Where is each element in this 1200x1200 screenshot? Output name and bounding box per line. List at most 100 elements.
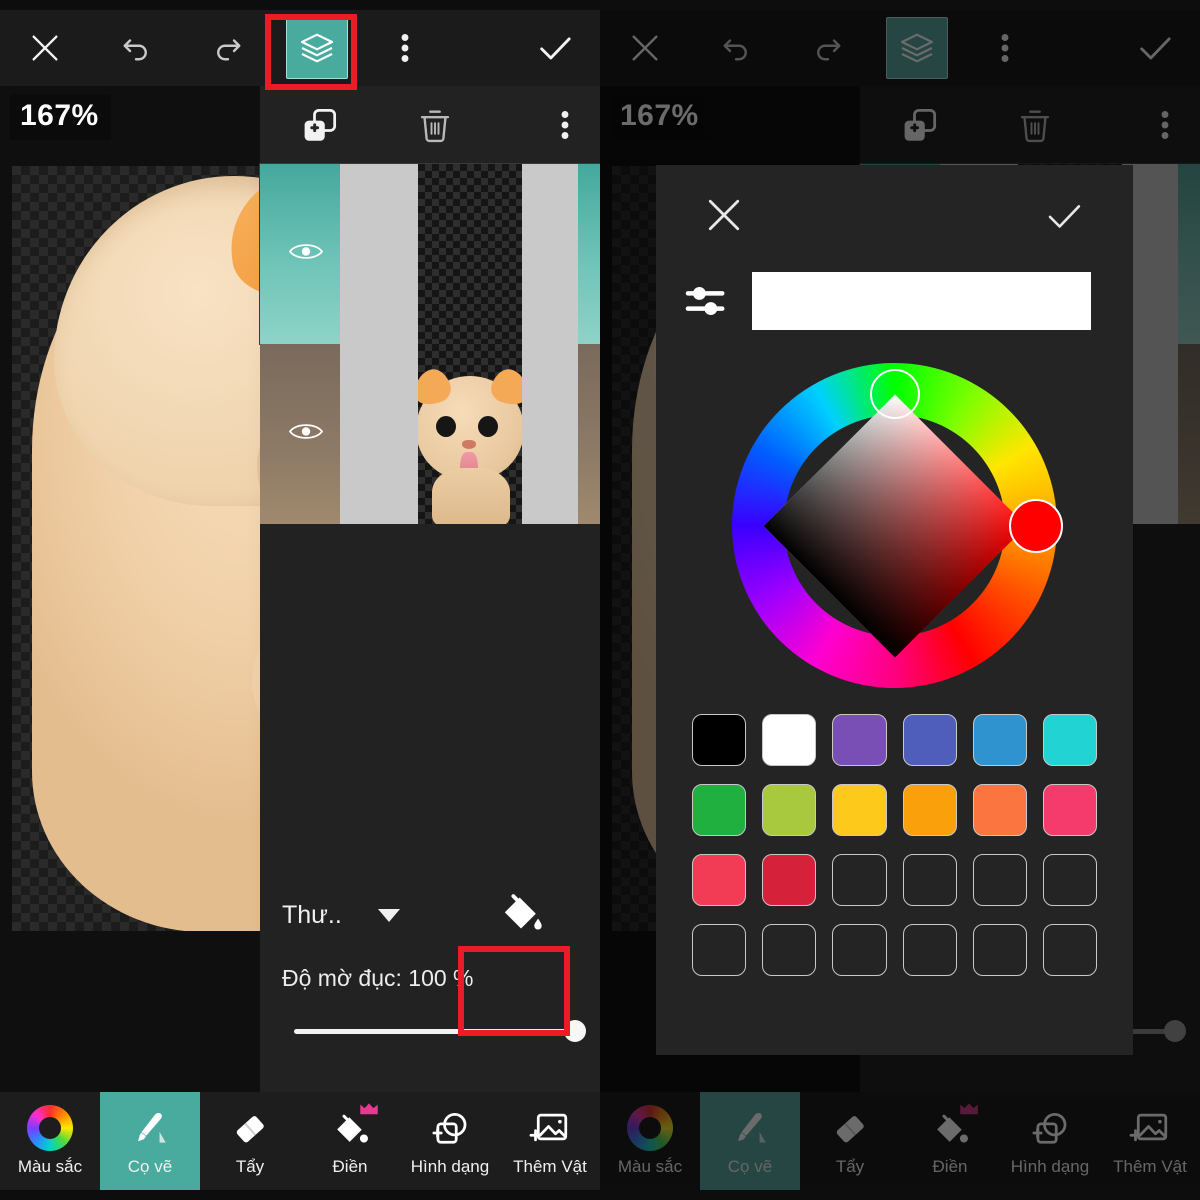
tool-add-image[interactable]: Thêm Vật bbox=[500, 1092, 600, 1190]
tool-add-image-label-right: Thêm Vật bbox=[1113, 1157, 1187, 1176]
layers-button[interactable] bbox=[274, 17, 360, 79]
tool-shape-right[interactable]: Hình dạng bbox=[1000, 1092, 1100, 1190]
layer-1-thumbnail[interactable] bbox=[418, 164, 522, 344]
tool-fill[interactable]: Điền bbox=[300, 1092, 400, 1190]
color-swatch[interactable] bbox=[692, 784, 747, 836]
layer-2-visibility-cell[interactable] bbox=[260, 344, 340, 524]
add-layer-button-right[interactable] bbox=[860, 103, 980, 147]
color-swatch-empty[interactable] bbox=[832, 924, 887, 976]
layers-button-right[interactable] bbox=[874, 17, 960, 79]
layer-2-thumbnail[interactable] bbox=[418, 344, 522, 524]
color-swatch[interactable] bbox=[1042, 714, 1097, 766]
color-swatch[interactable] bbox=[762, 854, 817, 906]
chevron-down-icon[interactable] bbox=[377, 908, 400, 922]
tool-brush-label: Cọ vẽ bbox=[127, 1157, 173, 1176]
eye-icon bbox=[288, 424, 324, 439]
opacity-slider[interactable] bbox=[294, 1020, 586, 1042]
tool-fill-right[interactable]: Điền bbox=[900, 1092, 1000, 1190]
color-swatch[interactable] bbox=[832, 784, 887, 836]
color-swatch[interactable] bbox=[902, 784, 957, 836]
layer-1-visibility-toggle[interactable] bbox=[288, 240, 324, 269]
tool-color-right[interactable]: Màu sắc bbox=[600, 1092, 700, 1190]
tool-eraser[interactable]: Tẩy bbox=[200, 1092, 300, 1190]
layer-row-2[interactable] bbox=[260, 344, 600, 524]
tool-brush[interactable]: Cọ vẽ bbox=[100, 1092, 200, 1190]
eraser-icon bbox=[236, 1116, 264, 1143]
more-options-icon bbox=[1001, 34, 1009, 62]
layer-more-icon bbox=[1161, 111, 1169, 139]
layer-more-button[interactable] bbox=[530, 107, 600, 143]
delete-layer-icon bbox=[1020, 110, 1050, 143]
tool-shape[interactable]: Hình dạng bbox=[400, 1092, 500, 1190]
layer-2-visibility-toggle[interactable] bbox=[288, 420, 324, 449]
zoom-level-label: 167% bbox=[10, 94, 111, 140]
premium-crown-icon bbox=[360, 1103, 378, 1115]
color-swatch[interactable] bbox=[972, 714, 1027, 766]
color-swatch-empty[interactable] bbox=[832, 854, 887, 906]
tool-brush-label-right: Cọ vẽ bbox=[727, 1157, 773, 1176]
color-swatch-empty[interactable] bbox=[762, 924, 817, 976]
color-swatch-empty[interactable] bbox=[902, 854, 957, 906]
layer-row-1[interactable] bbox=[259, 163, 600, 345]
confirm-button-right[interactable] bbox=[1110, 28, 1200, 68]
top-more-button[interactable] bbox=[360, 30, 450, 66]
color-swatch[interactable] bbox=[762, 714, 817, 766]
close-button-right[interactable] bbox=[600, 31, 690, 65]
tool-eraser-label-right: Tẩy bbox=[835, 1157, 865, 1176]
delete-layer-icon bbox=[420, 110, 450, 143]
tool-add-image-label: Thêm Vật bbox=[513, 1157, 587, 1176]
add-layer-icon bbox=[304, 108, 337, 141]
color-swatch-grid bbox=[656, 688, 1133, 976]
screen-left-layers: 167% Thư.. Độ mờ đục: 100 % Màu sắc Cọ v… bbox=[0, 0, 600, 1200]
delete-layer-button[interactable] bbox=[380, 104, 490, 146]
color-wheel-picker[interactable] bbox=[732, 363, 1063, 688]
opacity-slider-track bbox=[294, 1029, 584, 1034]
undo-button-right[interactable] bbox=[690, 30, 782, 66]
color-picker-close-button[interactable] bbox=[702, 193, 746, 242]
more-options-icon bbox=[401, 34, 409, 62]
hue-selector-handle[interactable] bbox=[1009, 498, 1063, 553]
layer-more-button-right[interactable] bbox=[1130, 107, 1200, 143]
color-swatch-empty[interactable] bbox=[902, 924, 957, 976]
close-icon bbox=[32, 35, 58, 61]
color-swatch[interactable] bbox=[692, 714, 747, 766]
color-swatch[interactable] bbox=[692, 854, 747, 906]
tool-add-image-right[interactable]: Thêm Vật bbox=[1100, 1092, 1200, 1190]
tool-eraser-right[interactable]: Tẩy bbox=[800, 1092, 900, 1190]
redo-button[interactable] bbox=[182, 30, 274, 66]
layer-1-visibility-cell[interactable] bbox=[260, 164, 340, 344]
redo-button-right[interactable] bbox=[782, 30, 874, 66]
color-swatch-empty[interactable] bbox=[972, 854, 1027, 906]
layer-list bbox=[259, 163, 600, 524]
add-layer-button[interactable] bbox=[260, 103, 380, 147]
tool-color[interactable]: Màu sắc bbox=[0, 1092, 100, 1190]
paint-bucket-icon bbox=[504, 894, 542, 930]
color-swatch-empty[interactable] bbox=[1042, 854, 1097, 906]
color-picker-confirm-button[interactable] bbox=[1041, 195, 1087, 242]
color-swatch-empty[interactable] bbox=[692, 924, 747, 976]
fill-layer-button[interactable] bbox=[472, 874, 570, 948]
top-more-button-right[interactable] bbox=[960, 30, 1050, 66]
undo-icon bbox=[723, 39, 747, 61]
color-wheel-icon bbox=[27, 1105, 73, 1151]
color-sliders-button[interactable] bbox=[684, 282, 730, 320]
brush-icon bbox=[738, 1112, 766, 1143]
color-swatch[interactable] bbox=[762, 784, 817, 836]
delete-layer-button-right[interactable] bbox=[980, 104, 1090, 146]
saturation-value-selector-handle[interactable] bbox=[869, 369, 920, 419]
color-swatch-empty[interactable] bbox=[1042, 924, 1097, 976]
color-swatch[interactable] bbox=[972, 784, 1027, 836]
confirm-button[interactable] bbox=[510, 28, 600, 68]
selected-color-preview[interactable] bbox=[752, 272, 1091, 330]
shape-icon bbox=[432, 1112, 467, 1144]
color-swatch-empty[interactable] bbox=[972, 924, 1027, 976]
opacity-slider-knob[interactable] bbox=[564, 1020, 586, 1042]
close-button[interactable] bbox=[0, 31, 90, 65]
undo-button[interactable] bbox=[90, 30, 182, 66]
color-swatch[interactable] bbox=[902, 714, 957, 766]
tool-eraser-label: Tẩy bbox=[235, 1157, 265, 1176]
color-swatch[interactable] bbox=[1042, 784, 1097, 836]
color-swatch[interactable] bbox=[832, 714, 887, 766]
tool-brush-right[interactable]: Cọ vẽ bbox=[700, 1092, 800, 1190]
layers-icon bbox=[300, 33, 334, 63]
